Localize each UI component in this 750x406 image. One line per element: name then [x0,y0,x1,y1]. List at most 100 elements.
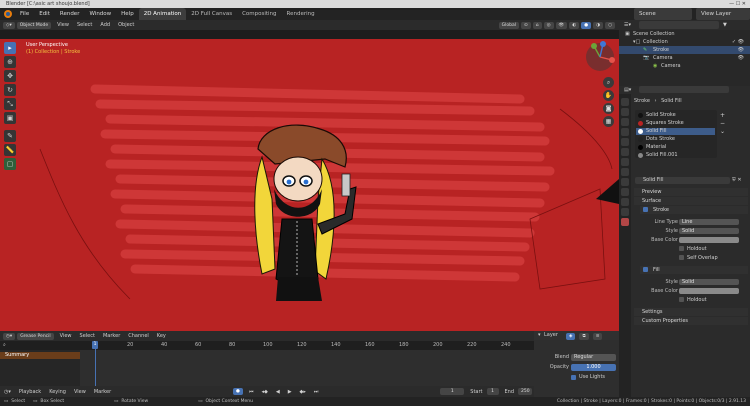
workspace-tab-rendering[interactable]: Rendering [282,8,320,20]
zoom-icon[interactable]: ⌕ [603,77,614,88]
render-tab-icon[interactable] [621,108,629,116]
physics-tab-icon[interactable] [621,188,629,196]
layer-list-icon[interactable]: ≡ [592,333,603,340]
blend-dropdown[interactable]: Regular [571,354,616,361]
playback-menu[interactable]: Playback [15,387,45,397]
navigation-gizmo[interactable]: ⌕ ✋ ◙ ▦ [583,40,617,128]
self-overlap-checkbox[interactable] [679,255,684,260]
section-custom-properties[interactable]: Custom Properties [634,317,748,325]
section-fill[interactable]: Fill [640,266,748,274]
dopesheet-filter-icon[interactable]: ◈ [566,333,576,340]
cursor-tool-icon[interactable]: ⊕ [4,56,16,68]
fill-enable-checkbox[interactable] [643,267,648,272]
material-slot-row[interactable]: Dots Stroke [636,136,715,143]
section-stroke[interactable]: Stroke [640,206,748,214]
timeline-menu-select[interactable]: Select [76,331,99,341]
timeline-menu-channel[interactable]: Channel [124,331,153,341]
jump-end-icon[interactable]: ⏭ [310,387,323,397]
menu-window[interactable]: Window [84,8,116,20]
play-reverse-icon[interactable]: ◀ [272,387,284,397]
object-mode-dropdown[interactable]: Object Mode [16,21,52,29]
transform-orientation-dropdown[interactable]: Global [498,21,519,29]
pan-icon[interactable]: ✋ [603,90,614,101]
menu-file[interactable]: File [15,8,34,20]
perspective-toggle-icon[interactable]: ▦ [603,116,614,127]
material-slot-row[interactable]: Squares Stroke [636,120,715,127]
outliner-search-input[interactable] [639,21,719,29]
add-cube-tool-icon[interactable]: ▢ [4,158,16,170]
measure-tool-icon[interactable]: 📏 [4,144,16,156]
keying-menu[interactable]: Keying [45,387,70,397]
select-tool-icon[interactable]: ▸ [4,42,16,54]
tool-tab-icon[interactable] [621,98,629,106]
outliner-row-collection[interactable]: ▾□ Collection ✓ 👁 [619,38,750,46]
material-slot-row-active[interactable]: Solid Fill [636,128,715,135]
section-surface[interactable]: Surface [634,197,748,205]
timeline-menu-view[interactable]: View [56,331,76,341]
current-frame-indicator[interactable]: 1 [92,341,98,349]
line-type-dropdown[interactable]: Line [679,219,739,225]
stroke-style-dropdown[interactable]: Solid [679,228,739,234]
overlay-icon[interactable]: ◐ [569,21,580,29]
effects-tab-icon[interactable] [621,178,629,186]
material-tab-icon[interactable] [621,218,629,226]
outliner-row-stroke[interactable]: ✎ Stroke 👁 [619,46,750,54]
properties-editor-icon[interactable]: ▤▾ [624,87,631,93]
use-lights-checkbox[interactable] [571,375,576,380]
workspace-tab-compositing[interactable]: Compositing [237,8,281,20]
outliner-row-camera[interactable]: 📷 Camera 👁 [619,54,750,62]
workspace-tab-2d-full-canvas[interactable]: 2D Full Canvas [186,8,237,20]
world-tab-icon[interactable] [621,148,629,156]
view-layer-tab-icon[interactable] [621,128,629,136]
add-slot-icon[interactable]: + [720,112,725,120]
visibility-icon[interactable]: 👁 [555,21,568,29]
timeline-channels[interactable] [0,350,534,386]
3d-viewport[interactable]: User Perspective (1) Collection | Stroke… [0,39,619,331]
outliner-editor-icon[interactable]: ☰▾ [624,22,631,28]
end-frame-field[interactable]: 250 [518,388,533,395]
menu-edit[interactable]: Edit [34,8,55,20]
timeline-search-icon[interactable]: ⌕ [3,342,6,348]
summary-channel[interactable]: Summary [0,352,80,359]
proportional-edit-icon[interactable]: ◎ [543,21,554,29]
timeline-menu-key[interactable]: Key [153,331,170,341]
snap-icon[interactable]: ⌂ [532,21,542,29]
annotate-tool-icon[interactable]: ✎ [4,130,16,142]
timeline-editor-icon[interactable]: ◷▾ [0,387,15,397]
opacity-slider[interactable]: 1.000 [571,364,616,371]
stroke-holdout-checkbox[interactable] [679,246,684,251]
collection-visibility-icon[interactable]: ✓ 👁 [732,38,744,46]
workspace-tab-2d-animation[interactable]: 2D Animation [138,8,187,20]
material-slot-row[interactable]: Solid Stroke [636,112,715,119]
properties-search-input[interactable] [639,86,729,93]
section-preview[interactable]: Preview [634,188,748,196]
window-controls[interactable]: — ☐ ✕ [729,0,746,8]
timeline-menu-marker[interactable]: Marker [99,331,124,341]
current-frame-field[interactable]: 1 [440,388,465,395]
material-shading-icon[interactable]: ◑ [593,21,604,29]
menu-add[interactable]: Add [96,20,114,30]
scene-tab-icon[interactable] [621,138,629,146]
view-menu[interactable]: View [70,387,90,397]
next-key-icon[interactable]: ◆▸ [296,387,310,397]
stroke-visibility-icon[interactable]: 👁 [738,46,744,54]
constraints-tab-icon[interactable] [621,198,629,206]
remove-slot-icon[interactable]: − [720,120,725,128]
prev-key-icon[interactable]: ◂◆ [257,387,271,397]
pivot-icon[interactable]: ⊙ [520,21,531,29]
play-icon[interactable]: ▶ [284,387,296,397]
move-tool-icon[interactable]: ✥ [4,70,16,82]
transform-tool-icon[interactable]: ▣ [4,112,16,124]
solid-shading-icon[interactable]: ● [581,21,592,29]
material-slot-row[interactable]: Solid Fill.001 [636,152,715,159]
filter-icon[interactable]: ▼ [723,22,727,28]
scene-selector[interactable]: Scene [634,8,692,20]
menu-help[interactable]: Help [116,8,139,20]
section-settings[interactable]: Settings [634,308,748,316]
outliner-row-camera-data[interactable]: ◉ Camera [619,62,750,70]
slot-menu-icon[interactable]: ⌄ [720,128,725,136]
ghost-icon[interactable]: ⧉ [579,333,589,340]
data-tab-icon[interactable] [621,208,629,216]
fill-holdout-checkbox[interactable] [679,297,684,302]
stroke-enable-checkbox[interactable] [643,207,648,212]
